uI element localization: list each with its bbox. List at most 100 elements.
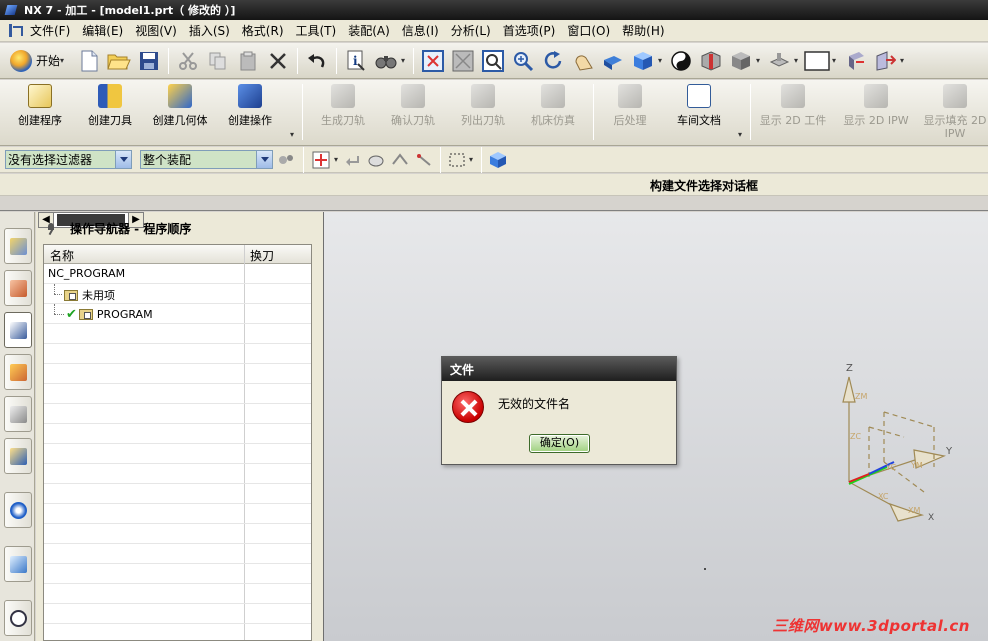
scope-value: 整个装配 [143, 153, 192, 167]
create-geometry-button[interactable]: 创建几何体 [148, 84, 212, 142]
navigator-tree-table: 名称 换刀 NC_PROGRAM 未用项 ✔ PROGRAM [43, 244, 312, 641]
undo-button[interactable] [302, 47, 332, 75]
curve-rule-button[interactable] [364, 146, 388, 174]
open-button[interactable] [104, 47, 134, 75]
show-2d-workpiece-button[interactable]: 显示 2D 工件 [756, 84, 830, 142]
box-select-button[interactable] [445, 146, 469, 174]
postprocess-button[interactable]: 后处理 [598, 84, 662, 142]
view-orientation-button[interactable] [764, 47, 794, 75]
select-body-button[interactable] [486, 146, 510, 174]
blue-cube-icon [490, 151, 506, 168]
edge-display-button[interactable] [666, 47, 696, 75]
snap-undo-button[interactable] [342, 146, 364, 174]
dialog-title[interactable]: 文件 [442, 357, 676, 381]
rotate-button[interactable] [538, 47, 568, 75]
white-background-icon [804, 50, 830, 71]
table-row [44, 544, 311, 564]
table-row[interactable]: 未用项 [44, 284, 311, 304]
ribbon-menu-icon[interactable] [6, 23, 23, 39]
section-view-button[interactable] [696, 47, 726, 75]
wcs-orient-button[interactable] [870, 47, 900, 75]
paste-button[interactable] [233, 47, 263, 75]
chevron-down-icon[interactable]: ▾ [832, 56, 840, 65]
generate-path-button[interactable]: 生成刀轨 [311, 84, 375, 142]
menu-preferences[interactable]: 首选项(P) [497, 22, 562, 39]
column-toolchange-header[interactable]: 换刀 [250, 247, 274, 264]
resource-tab-operation-navigator[interactable] [4, 312, 32, 348]
show-2d-ipw-button[interactable]: 显示 2D IPW [838, 84, 914, 142]
chevron-down-icon[interactable] [115, 151, 131, 168]
menu-window[interactable]: 窗口(O) [561, 22, 616, 39]
start-button[interactable]: 开始 ▾ [4, 47, 74, 75]
view-binoculars-button[interactable] [371, 47, 401, 75]
tree-connector [54, 284, 55, 294]
table-row[interactable]: ✔ PROGRAM [44, 304, 311, 324]
pan-button[interactable] [568, 47, 598, 75]
list-path-button[interactable]: 列出刀轨 [451, 84, 515, 142]
chevron-down-icon[interactable]: ▾ [658, 56, 666, 65]
menu-analysis[interactable]: 分析(L) [445, 22, 497, 39]
resource-tab-history[interactable] [4, 600, 32, 636]
menu-view[interactable]: 视图(V) [129, 22, 183, 39]
resource-tab-machine-tool-navigator[interactable] [4, 354, 32, 390]
zoom-area-button[interactable] [478, 47, 508, 75]
face-rule-button[interactable] [388, 146, 412, 174]
zoom-button[interactable] [508, 47, 538, 75]
menu-assembly[interactable]: 装配(A) [342, 22, 396, 39]
machine-sim-button[interactable]: 机床仿真 [521, 84, 585, 142]
menu-help[interactable]: 帮助(H) [616, 22, 670, 39]
resource-tab-constraint-navigator[interactable] [4, 270, 32, 306]
background-button[interactable] [802, 47, 832, 75]
fit-button[interactable] [418, 47, 448, 75]
verify-path-label: 确认刀轨 [391, 114, 435, 127]
chevron-down-icon[interactable]: ▾ [900, 56, 908, 65]
chevron-down-icon[interactable]: ▾ [794, 56, 802, 65]
create-program-button[interactable]: 创建程序 [8, 84, 72, 142]
table-row[interactable]: NC_PROGRAM [44, 264, 311, 284]
info-button[interactable]: i [341, 47, 371, 75]
table-row [44, 564, 311, 584]
chevron-down-icon[interactable]: ▾ [401, 56, 409, 65]
selection-filter-select[interactable]: 没有选择过滤器 [5, 150, 132, 169]
render-style-button[interactable] [628, 47, 658, 75]
shop-doc-button[interactable]: 车间文档 [667, 84, 731, 142]
chevron-down-icon[interactable] [256, 151, 272, 168]
verify-path-button[interactable]: 确认刀轨 [381, 84, 445, 142]
menu-format[interactable]: 格式(R) [236, 22, 290, 39]
copy-button[interactable] [203, 47, 233, 75]
cut-button[interactable] [173, 47, 203, 75]
scope-select[interactable]: 整个装配 [140, 150, 273, 169]
feature-rule-button[interactable] [412, 146, 436, 174]
shaded-view-button[interactable] [598, 47, 628, 75]
create-tool-button[interactable]: 创建刀具 [78, 84, 142, 142]
menu-edit[interactable]: 编辑(E) [76, 22, 129, 39]
menu-info[interactable]: 信息(I) [396, 22, 445, 39]
chevron-down-icon[interactable]: ▾ [469, 155, 477, 164]
snap-point-button[interactable] [308, 146, 334, 174]
resource-tab-history-palette[interactable] [4, 546, 32, 582]
resource-tab-tools[interactable] [4, 438, 32, 474]
layer-cube-button[interactable] [726, 47, 756, 75]
save-button[interactable] [134, 47, 164, 75]
delete-button[interactable] [263, 47, 293, 75]
selection-options-button[interactable] [273, 146, 299, 174]
pin-icon[interactable] [46, 222, 58, 235]
zoom-window-button[interactable] [448, 47, 478, 75]
new-file-button[interactable] [74, 47, 104, 75]
resource-tab-reuse-library[interactable] [4, 396, 32, 432]
ok-button[interactable]: 确定(O) [529, 434, 590, 453]
column-name-header[interactable]: 名称 [50, 247, 74, 264]
resource-tab-assembly-navigator[interactable] [4, 228, 32, 264]
menu-file[interactable]: 文件(F) [24, 22, 76, 39]
menu-tools[interactable]: 工具(T) [290, 22, 343, 39]
resource-tab-web-browser[interactable] [4, 492, 32, 528]
chevron-down-icon[interactable]: ▾ [334, 155, 342, 164]
show-fill-2d-ipw-button[interactable]: 显示填充 2D IPW [922, 84, 988, 142]
chevron-down-icon[interactable]: ▾ [738, 130, 746, 139]
chevron-down-icon[interactable]: ▾ [756, 56, 764, 65]
create-operation-button[interactable]: 创建操作 [218, 84, 282, 142]
wcs-button[interactable] [840, 47, 870, 75]
menu-insert[interactable]: 插入(S) [183, 22, 236, 39]
list-path-label: 列出刀轨 [461, 114, 505, 127]
chevron-down-icon[interactable]: ▾ [290, 130, 298, 139]
